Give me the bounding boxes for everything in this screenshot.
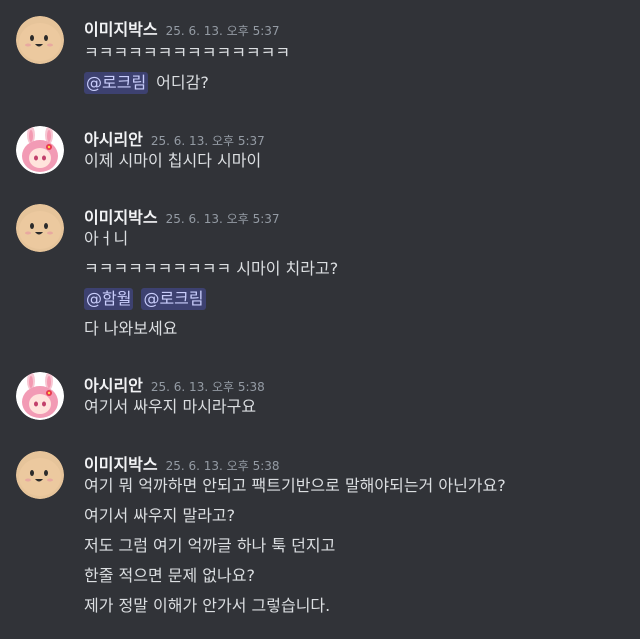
message-header: 이미지박스 25. 6. 13. 오후 5:38 xyxy=(84,451,636,475)
message-content: 아시리안 25. 6. 13. 오후 5:38 여기서 싸우지 마시라구요 xyxy=(84,372,636,418)
avatar[interactable] xyxy=(16,372,64,420)
message-line: 저도 그럼 여기 억까글 하나 툭 던지고 xyxy=(84,536,336,555)
avatar[interactable] xyxy=(16,204,64,252)
timestamp[interactable]: 25. 6. 13. 오후 5:38 xyxy=(151,378,265,395)
message-line: 제가 정말 이해가 안가서 그렇습니다. xyxy=(84,596,331,615)
message-line: @함월 @로크림 xyxy=(84,288,636,310)
bunny-girl-icon xyxy=(16,372,64,420)
message-line: 아ㅓ니 xyxy=(84,229,129,248)
username[interactable]: 이미지박스 xyxy=(84,204,158,228)
user-mention[interactable]: @로크림 xyxy=(84,72,149,94)
username[interactable]: 이미지박스 xyxy=(84,451,158,475)
message-line: ㅋㅋㅋㅋㅋㅋㅋㅋㅋㅋ 시마이 치라고? xyxy=(84,259,339,278)
message-content: 이미지박스 25. 6. 13. 오후 5:37 아ㅓ니 ㅋㅋㅋㅋㅋㅋㅋㅋㅋㅋ … xyxy=(84,204,636,340)
message-header: 아시리안 25. 6. 13. 오후 5:37 xyxy=(84,126,636,150)
message-header: 아시리안 25. 6. 13. 오후 5:38 xyxy=(84,372,636,396)
message-line: 다 나와보세요 xyxy=(84,319,178,338)
message-text: 어디감? xyxy=(156,73,209,92)
message-line: 이제 시마이 칩시다 시마이 xyxy=(84,151,262,170)
message-line: 여기서 싸우지 말라고? xyxy=(84,506,236,525)
username[interactable]: 아시리안 xyxy=(84,126,143,150)
potato-face-icon xyxy=(16,451,64,499)
avatar[interactable] xyxy=(16,126,64,174)
username[interactable]: 아시리안 xyxy=(84,372,143,396)
bunny-girl-icon xyxy=(16,126,64,174)
message-line: ㅋㅋㅋㅋㅋㅋㅋㅋㅋㅋㅋㅋㅋㅋ xyxy=(84,43,291,62)
message-line: 여기 뭐 억까하면 안되고 팩트기반으로 말해야되는거 아닌가요? xyxy=(84,476,506,495)
message-header: 이미지박스 25. 6. 13. 오후 5:37 xyxy=(84,204,636,228)
avatar[interactable] xyxy=(16,16,64,64)
user-mention[interactable]: @함월 xyxy=(84,288,134,310)
timestamp[interactable]: 25. 6. 13. 오후 5:37 xyxy=(166,210,280,227)
potato-face-icon xyxy=(16,16,64,64)
message-content: 이미지박스 25. 6. 13. 오후 5:38 여기 뭐 억까하면 안되고 팩… xyxy=(84,451,636,617)
message-header: 이미지박스 25. 6. 13. 오후 5:37 xyxy=(84,16,636,40)
timestamp[interactable]: 25. 6. 13. 오후 5:38 xyxy=(166,457,280,474)
timestamp[interactable]: 25. 6. 13. 오후 5:37 xyxy=(166,22,280,39)
message-content: 이미지박스 25. 6. 13. 오후 5:37 ㅋㅋㅋㅋㅋㅋㅋㅋㅋㅋㅋㅋㅋㅋ … xyxy=(84,16,636,94)
timestamp[interactable]: 25. 6. 13. 오후 5:37 xyxy=(151,132,265,149)
username[interactable]: 이미지박스 xyxy=(84,16,158,40)
message-line: 여기서 싸우지 마시라구요 xyxy=(84,397,257,416)
potato-face-icon xyxy=(16,204,64,252)
user-mention[interactable]: @로크림 xyxy=(141,288,206,310)
avatar[interactable] xyxy=(16,451,64,499)
message-content: 아시리안 25. 6. 13. 오후 5:37 이제 시마이 칩시다 시마이 xyxy=(84,126,636,172)
message-line: @로크림 어디감? xyxy=(84,72,636,94)
message-line: 한줄 적으면 문제 없나요? xyxy=(84,566,255,585)
